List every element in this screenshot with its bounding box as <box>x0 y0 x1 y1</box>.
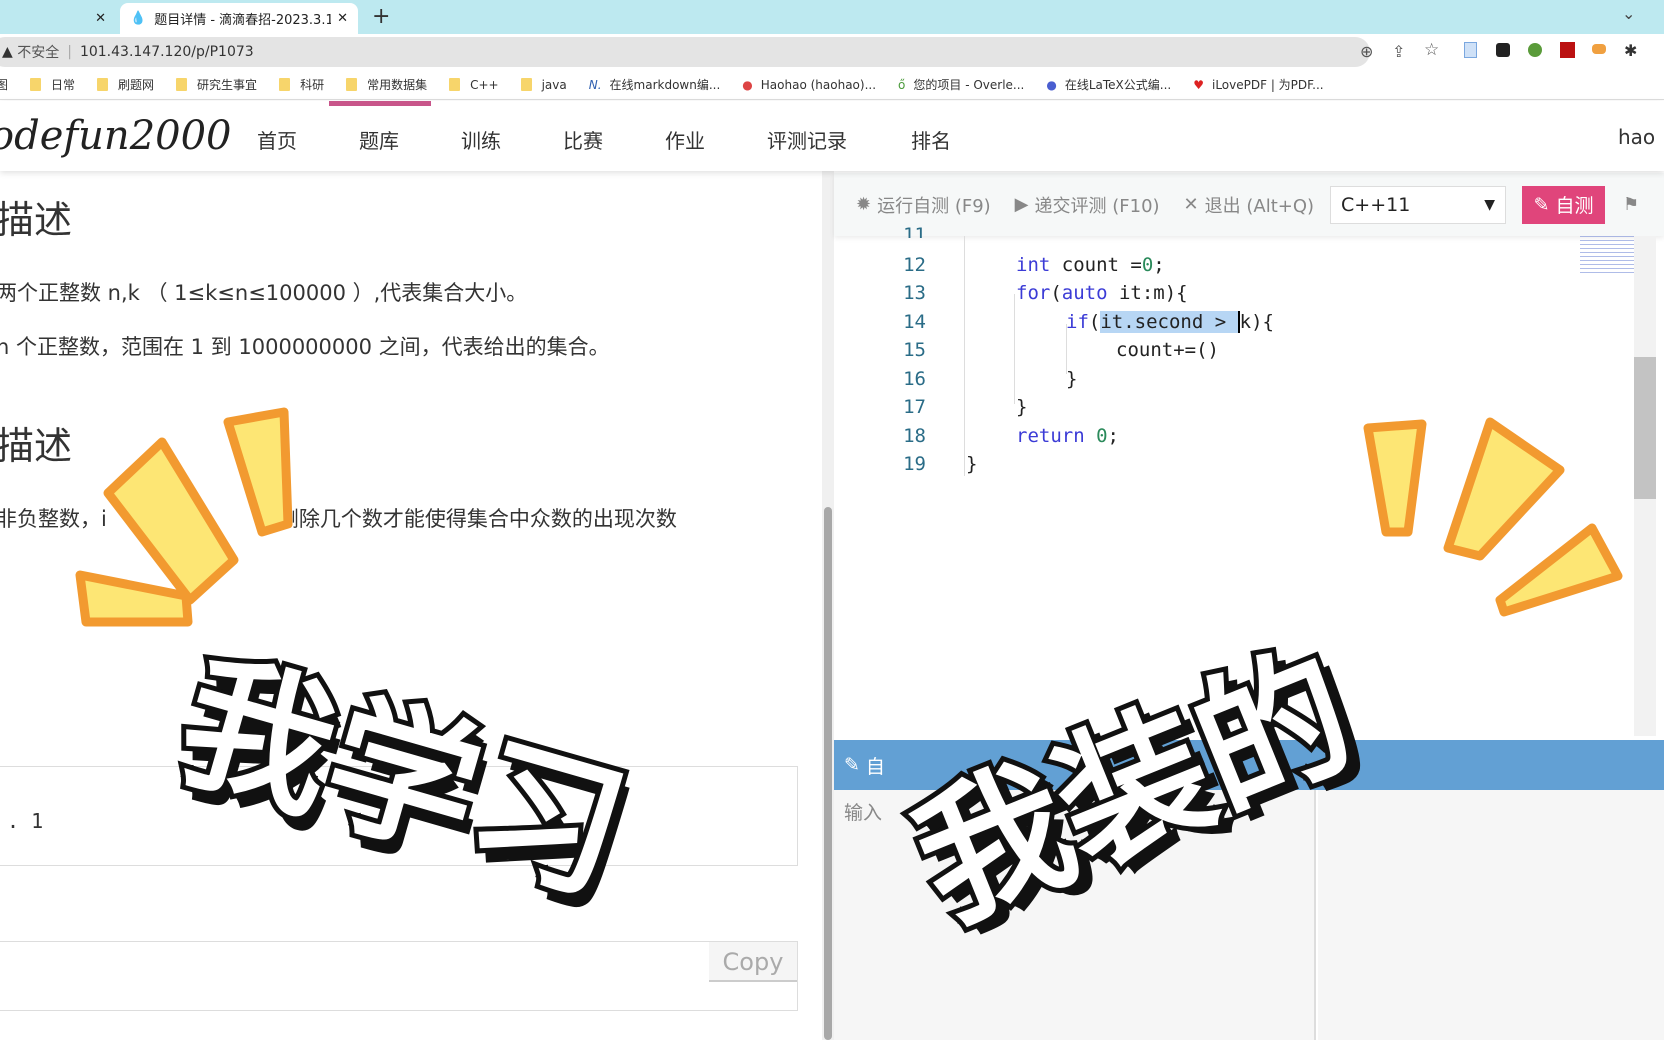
nav-item-problems[interactable]: 题库 <box>359 125 399 154</box>
burst-ray <box>1363 419 1427 537</box>
burst-ray <box>223 407 293 537</box>
burst-ray <box>1443 417 1565 561</box>
active-nav-indicator <box>329 101 431 106</box>
nav-item-homework[interactable]: 作业 <box>665 125 705 154</box>
user-menu[interactable]: hao <box>1618 125 1655 149</box>
nav-item-training[interactable]: 训练 <box>461 125 501 154</box>
burst-ray <box>1495 523 1623 617</box>
site-nav: odefun2000 首页 题库 训练 比赛 作业 评测记录 排名 hao <box>0 101 1664 171</box>
nav-item-ranking[interactable]: 排名 <box>911 125 951 154</box>
nav-item-records[interactable]: 评测记录 <box>767 125 847 154</box>
nav-item-home[interactable]: 首页 <box>257 125 297 154</box>
burst-ray <box>103 437 239 605</box>
site-logo[interactable]: odefun2000 <box>0 113 231 159</box>
nav-item-contests[interactable]: 比赛 <box>563 125 603 154</box>
